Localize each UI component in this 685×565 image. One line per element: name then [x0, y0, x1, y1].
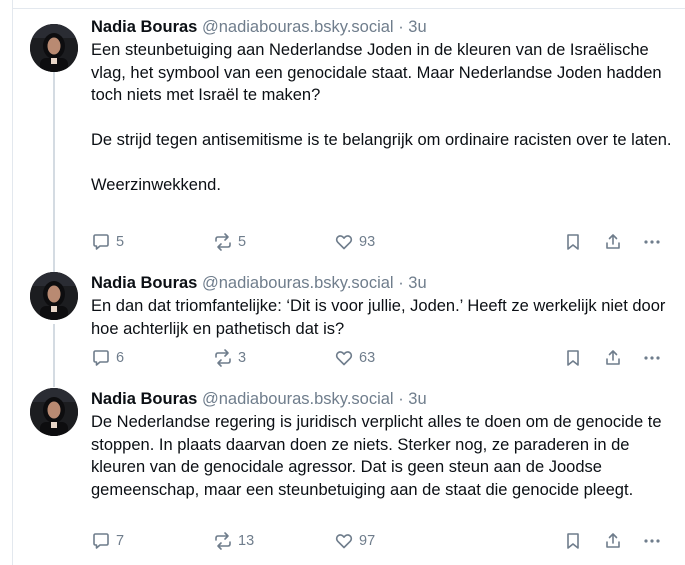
author-handle[interactable]: @nadiabouras.bsky.social [202, 274, 394, 292]
repost-button[interactable]: 5 [213, 232, 246, 252]
ellipsis-icon [644, 539, 660, 543]
like-count: 97 [359, 533, 376, 549]
bookmark-icon [567, 533, 579, 549]
speech-bubble-icon [93, 234, 109, 250]
heart-outline-icon [335, 351, 353, 366]
post-paragraph: De Nederlandse regering is juridisch ver… [91, 413, 662, 499]
author-name[interactable]: Nadia Bouras [91, 390, 197, 408]
share-upload-icon [606, 533, 620, 548]
feed-top-border [12, 8, 685, 9]
post-timestamp[interactable]: 3u [408, 18, 426, 36]
avatar-image [30, 272, 78, 320]
separator-dot: · [398, 274, 404, 292]
post-text: Een steunbetuiging aan Nederlandse Joden… [91, 39, 675, 197]
post-paragraph: En dan dat triomfantelijke: ‘Dit is voor… [91, 297, 666, 338]
more-options-button[interactable] [642, 531, 662, 551]
post-actions: 5 5 93 [91, 232, 675, 256]
post[interactable]: Nadia Bouras @nadiabouras.bsky.social · … [12, 272, 685, 380]
author-name[interactable]: Nadia Bouras [91, 18, 197, 36]
reply-button[interactable]: 7 [91, 531, 124, 551]
post-paragraph: Een steunbetuiging aan Nederlandse Joden… [91, 41, 662, 104]
ellipsis-icon [644, 240, 660, 244]
avatar[interactable] [30, 24, 78, 72]
separator-dot: · [398, 18, 404, 36]
speech-bubble-icon [93, 533, 109, 549]
repost-arrows-icon [215, 233, 231, 251]
post-header: Nadia Bouras @nadiabouras.bsky.social · … [91, 272, 675, 294]
bookmark-icon [567, 234, 579, 250]
post-actions: 7 13 97 [91, 531, 675, 555]
more-options-button[interactable] [642, 348, 662, 368]
bookmark-button[interactable] [563, 531, 583, 551]
share-button[interactable] [603, 531, 623, 551]
repost-arrows-icon [215, 532, 231, 550]
repost-count: 5 [238, 234, 247, 250]
share-upload-icon [606, 350, 620, 365]
like-count: 63 [359, 350, 376, 366]
ellipsis-icon [644, 356, 660, 360]
repost-arrows-icon [215, 349, 231, 367]
post-paragraph: Weerzinwekkend. [91, 176, 221, 194]
author-handle[interactable]: @nadiabouras.bsky.social [202, 390, 394, 408]
reply-count: 6 [116, 350, 125, 366]
post-header: Nadia Bouras @nadiabouras.bsky.social · … [91, 388, 675, 410]
post-text: De Nederlandse regering is juridisch ver… [91, 411, 675, 501]
share-button[interactable] [603, 232, 623, 252]
post-actions: 6 3 63 [91, 348, 675, 372]
share-upload-icon [606, 234, 620, 249]
author-handle[interactable]: @nadiabouras.bsky.social [202, 18, 394, 36]
post-text: En dan dat triomfantelijke: ‘Dit is voor… [91, 295, 675, 340]
like-button[interactable]: 97 [334, 531, 375, 551]
avatar[interactable] [30, 388, 78, 436]
repost-button[interactable]: 13 [213, 531, 254, 551]
post[interactable]: Nadia Bouras @nadiabouras.bsky.social · … [12, 388, 685, 565]
avatar[interactable] [30, 272, 78, 320]
author-name[interactable]: Nadia Bouras [91, 274, 197, 292]
like-count: 93 [359, 234, 376, 250]
share-button[interactable] [603, 348, 623, 368]
reply-button[interactable]: 5 [91, 232, 124, 252]
bookmark-button[interactable] [563, 348, 583, 368]
heart-outline-icon [335, 534, 353, 549]
speech-bubble-icon [93, 350, 109, 366]
repost-count: 3 [238, 350, 247, 366]
reply-count: 7 [116, 533, 125, 549]
more-options-button[interactable] [642, 232, 662, 252]
bookmark-button[interactable] [563, 232, 583, 252]
like-button[interactable]: 63 [334, 348, 375, 368]
post[interactable]: Nadia Bouras @nadiabouras.bsky.social · … [12, 16, 685, 262]
repost-button[interactable]: 3 [213, 348, 246, 368]
post-paragraph: De strijd tegen antisemitisme is te bela… [91, 131, 672, 149]
post-timestamp[interactable]: 3u [408, 274, 426, 292]
bookmark-icon [567, 350, 579, 366]
post-timestamp[interactable]: 3u [408, 390, 426, 408]
repost-count: 13 [238, 533, 255, 549]
reply-count: 5 [116, 234, 125, 250]
avatar-image [30, 388, 78, 436]
avatar-image [30, 24, 78, 72]
reply-button[interactable]: 6 [91, 348, 124, 368]
heart-outline-icon [335, 235, 353, 250]
separator-dot: · [398, 390, 404, 408]
like-button[interactable]: 93 [334, 232, 375, 252]
post-header: Nadia Bouras @nadiabouras.bsky.social · … [91, 16, 675, 38]
